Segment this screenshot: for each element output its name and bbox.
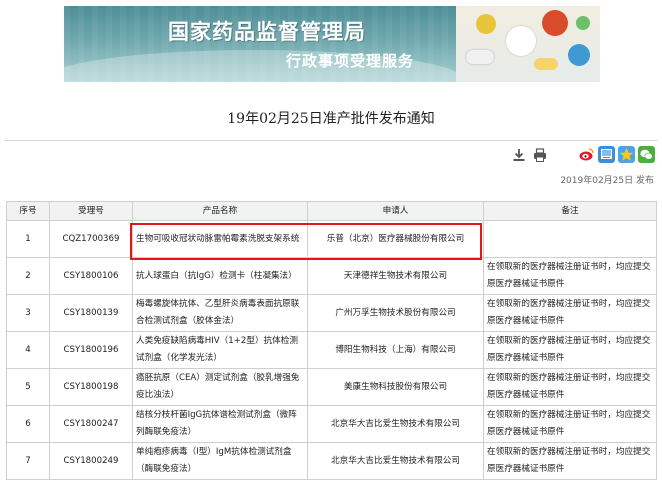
applicant: 北京华大吉比爱生物技术有限公司 — [307, 405, 484, 443]
applicant: 北京华大吉比爱生物技术有限公司 — [307, 442, 484, 480]
print-icon[interactable] — [533, 148, 547, 162]
publish-date: 2019年02月25日 发布 — [560, 176, 654, 186]
row-no: 2 — [6, 257, 50, 295]
product-name: 梅毒螺旋体抗体、乙型肝炎病毒表面抗原联合检测试剂盒（胶体金法） — [132, 294, 308, 332]
applicant: 广州万孚生物技术股份有限公司 — [307, 294, 484, 332]
pill-icon — [476, 14, 496, 34]
applicant: 天津德祥生物技术有限公司 — [307, 257, 484, 295]
row-no: 4 — [6, 331, 50, 369]
product-name: 生物可吸收冠状动脉雷帕霉素洗脱支架系统 — [132, 220, 308, 258]
table-row: 3 CSY1800139 梅毒螺旋体抗体、乙型肝炎病毒表面抗原联合检测试剂盒（胶… — [6, 294, 657, 332]
table-row: 6 CSY1800247 结核分枝杆菌IgG抗体谱检测试剂盒（微阵列酶联免疫法）… — [6, 405, 657, 443]
row-no: 7 — [6, 442, 50, 480]
note: 在领取新的医疗器械注册证书时，均应提交原医疗器械证书原件 — [483, 368, 657, 406]
download-icon[interactable] — [512, 148, 526, 162]
product-name: 结核分枝杆菌IgG抗体谱检测试剂盒（微阵列酶联免疫法） — [132, 405, 308, 443]
note: 在领取新的医疗器械注册证书时，均应提交原医疗器械证书原件 — [483, 331, 657, 369]
star-icon[interactable] — [618, 146, 635, 163]
note: 在领取新的医疗器械注册证书时，均应提交原医疗器械证书原件 — [483, 405, 657, 443]
note: 在领取新的医疗器械注册证书时，均应提交原医疗器械证书原件 — [483, 294, 657, 332]
product-name: 癌胚抗原（CEA）测定试剂盒（胶乳增强免疫比浊法） — [132, 368, 308, 406]
approval-table: 序号 受理号 产品名称 申请人 备注 1 CQZ1700369 生物可吸收冠状动… — [6, 201, 657, 480]
acceptance-number: CSY1800139 — [49, 294, 133, 332]
acceptance-number: CSY1800198 — [49, 368, 133, 406]
acceptance-number: CSY1800106 — [49, 257, 133, 295]
applicant: 乐普（北京）医疗器械股份有限公司 — [307, 220, 484, 258]
row-no: 1 — [6, 220, 50, 258]
table-row: 4 CSY1800196 人类免疫缺陷病毒HIV（1+2型）抗体检测试剂盒（化学… — [6, 331, 657, 369]
col-header-no: 序号 — [6, 201, 50, 221]
notice-title: 19年02月25日准产批件发布通知 — [227, 111, 435, 127]
col-header-note: 备注 — [483, 201, 657, 221]
row-no: 6 — [6, 405, 50, 443]
applicant: 美康生物科技股份有限公司 — [307, 368, 484, 406]
acceptance-number: CSY1800196 — [49, 331, 133, 369]
service-subtitle: 行政事项受理服务 — [286, 52, 415, 70]
acceptance-number: CQZ1700369 — [49, 220, 133, 258]
row-no: 5 — [6, 368, 50, 406]
product-name: 单纯疱疹病毒（Ⅰ型）IgM抗体检测试剂盒（酶联免疫法） — [132, 442, 308, 480]
product-name: 抗人球蛋白（抗IgG）检测卡（柱凝集法） — [132, 257, 308, 295]
pill-icon — [506, 26, 536, 56]
row-no: 3 — [6, 294, 50, 332]
agency-title: 国家药品监督管理局 — [168, 19, 366, 44]
note — [483, 220, 657, 258]
pill-icon — [568, 44, 590, 66]
note: 在领取新的医疗器械注册证书时，均应提交原医疗器械证书原件 — [483, 442, 657, 480]
table-row: 1 CQZ1700369 生物可吸收冠状动脉雷帕霉素洗脱支架系统 乐普（北京）医… — [6, 220, 657, 258]
acceptance-number: CSY1800247 — [49, 405, 133, 443]
product-name: 人类免疫缺陷病毒HIV（1+2型）抗体检测试剂盒（化学发光法） — [132, 331, 308, 369]
divider — [4, 140, 658, 141]
col-header-product: 产品名称 — [132, 201, 308, 221]
capsule-icon — [534, 58, 558, 70]
capsule-icon — [466, 50, 494, 64]
weibo-icon[interactable] — [578, 146, 595, 163]
acceptance-number: CSY1800249 — [49, 442, 133, 480]
table-header-row: 序号 受理号 产品名称 申请人 备注 — [6, 201, 657, 221]
header-banner: 国家药品监督管理局 行政事项受理服务 — [64, 6, 600, 82]
applicant: 博阳生物科技（上海）有限公司 — [307, 331, 484, 369]
pill-icon — [576, 16, 590, 30]
table-row: 7 CSY1800249 单纯疱疹病毒（Ⅰ型）IgM抗体检测试剂盒（酶联免疫法）… — [6, 442, 657, 480]
note: 在领取新的医疗器械注册证书时，均应提交原医疗器械证书原件 — [483, 257, 657, 295]
table-row: 2 CSY1800106 抗人球蛋白（抗IgG）检测卡（柱凝集法） 天津德祥生物… — [6, 257, 657, 295]
col-header-acceptance: 受理号 — [49, 201, 133, 221]
qzone-icon[interactable] — [598, 146, 615, 163]
pill-icon — [542, 10, 568, 36]
table-row: 5 CSY1800198 癌胚抗原（CEA）测定试剂盒（胶乳增强免疫比浊法） 美… — [6, 368, 657, 406]
pills-image — [456, 6, 600, 82]
col-header-applicant: 申请人 — [307, 201, 484, 221]
wechat-icon[interactable] — [638, 146, 655, 163]
